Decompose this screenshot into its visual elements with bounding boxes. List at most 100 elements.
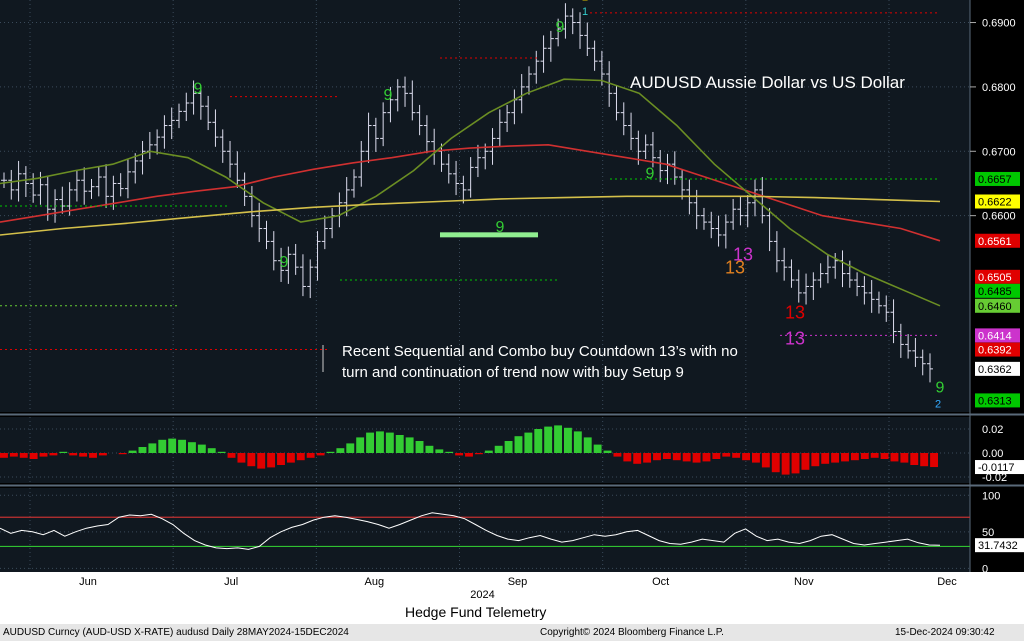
setup-label: 9 <box>194 80 203 97</box>
osc1-bar <box>831 453 840 463</box>
osc1-bar <box>771 453 780 473</box>
osc1-bar <box>267 453 276 468</box>
setup-label: 9 <box>646 165 655 182</box>
osc1-bar <box>742 453 750 461</box>
osc1-bar <box>544 426 553 453</box>
osc1-bar <box>653 453 661 461</box>
osc1-bar <box>870 453 879 458</box>
osc1-bar <box>821 453 830 464</box>
osc1-bar <box>554 425 562 453</box>
x-month-label: Nov <box>794 576 814 588</box>
osc1-bar <box>346 443 355 453</box>
osc1-bar <box>593 444 602 453</box>
osc1-bar <box>306 453 315 458</box>
annotation-line-1: Recent Sequential and Combo buy Countdow… <box>342 343 738 360</box>
osc1-bar <box>534 429 543 453</box>
osc1-bar <box>79 453 88 457</box>
osc1-value-tag-label: -0.0117 <box>978 462 1015 474</box>
value-tag-label: 0.6485 <box>978 286 1012 298</box>
osc1-bar <box>465 453 473 457</box>
osc1-bar <box>603 450 612 453</box>
osc1-bar <box>761 453 770 468</box>
osc1-bar <box>623 453 632 462</box>
osc1-bar <box>514 436 523 453</box>
osc1-bar <box>178 439 186 453</box>
osc1-bar <box>573 431 582 453</box>
setup-support-marker <box>440 232 538 238</box>
osc1-bar <box>29 453 38 459</box>
osc1-bar <box>643 453 652 463</box>
osc1-bar <box>564 427 572 453</box>
chart-title: AUDUSD Aussie Dollar vs US Dollar <box>630 73 905 92</box>
setup-label: 9 <box>280 254 289 271</box>
osc1-bar <box>366 432 374 453</box>
osc1-bar <box>930 453 938 468</box>
osc1-bar <box>217 451 226 453</box>
osc1-bar <box>811 453 820 467</box>
setup-label: 13 <box>785 328 805 348</box>
setup-label: 13 <box>785 303 805 323</box>
osc1-bar <box>900 453 909 463</box>
osc1-tick-label: 0.00 <box>982 448 1003 460</box>
osc1-bar <box>841 453 849 462</box>
osc1-bar <box>336 448 345 453</box>
osc2-tick-label: 100 <box>982 490 1000 502</box>
osc1-bar <box>445 451 454 453</box>
osc1-bar <box>356 437 365 453</box>
setup-label: 1 <box>582 6 588 18</box>
osc1-bar <box>128 450 137 453</box>
osc1-bar <box>662 453 671 459</box>
x-month-label: Jun <box>79 576 97 588</box>
chart-root: 0.6900 0.6800 0.6700 0.6600 Jun Jul Aug Sep Oct N… <box>0 0 1024 641</box>
osc1-bar <box>524 432 533 453</box>
osc1-bar <box>237 453 246 463</box>
chart-svg: 0.6900 0.6800 0.6700 0.6600 Jun Jul Aug Sep Oct N… <box>0 0 1024 600</box>
osc1-bar <box>9 453 18 457</box>
osc1-bar <box>752 453 760 463</box>
osc1-bar <box>425 445 434 453</box>
x-month-label: Oct <box>652 576 669 588</box>
osc1-bar <box>138 447 147 453</box>
osc1-bar <box>286 453 295 463</box>
osc1-bar <box>672 453 681 461</box>
osc1-bar <box>0 453 8 458</box>
osc1-bar <box>583 437 592 453</box>
osc1-bar <box>376 431 384 453</box>
osc1-bar <box>732 453 741 458</box>
osc1-bar <box>158 439 167 453</box>
osc1-bar <box>504 441 513 453</box>
setup-label: 13 <box>733 245 753 265</box>
osc2-value-tag-label: 31.7432 <box>978 540 1018 552</box>
price-tick-label: 0.6600 <box>982 211 1016 223</box>
osc1-bar <box>188 442 196 453</box>
osc1-bar <box>207 448 216 453</box>
osc1-bar <box>89 453 97 458</box>
osc1-bar <box>415 441 424 453</box>
annotation-line-2: turn and continuation of trend now with … <box>342 364 684 381</box>
osc1-bar <box>405 437 414 453</box>
osc1-bar <box>118 453 127 455</box>
osc1-bar <box>712 453 721 459</box>
osc1-bar <box>49 453 58 456</box>
osc1-bar <box>850 453 859 461</box>
setup-label: 2 <box>935 398 941 410</box>
osc1-bar <box>148 443 157 453</box>
value-tag-label: 0.6362 <box>978 364 1012 376</box>
osc1-bar <box>920 453 929 467</box>
value-tag-label: 0.6392 <box>978 345 1012 357</box>
x-year-label: 2024 <box>470 589 494 600</box>
value-tag-label: 0.6313 <box>978 395 1012 407</box>
price-tick-label: 0.6900 <box>982 18 1016 30</box>
osc1-bar <box>385 432 394 453</box>
osc1-bar <box>860 453 869 459</box>
osc1-bar <box>395 435 404 453</box>
osc1-bar <box>910 453 919 465</box>
osc1-bar <box>296 453 305 461</box>
osc1-bar <box>69 453 78 456</box>
osc1-bar <box>890 453 899 462</box>
value-tag-label: 0.6622 <box>978 196 1012 208</box>
value-tag-label: 0.6414 <box>978 330 1012 342</box>
value-tag-label: 0.6657 <box>978 174 1012 186</box>
x-month-label: Aug <box>365 576 385 588</box>
osc1-bar <box>791 453 800 474</box>
